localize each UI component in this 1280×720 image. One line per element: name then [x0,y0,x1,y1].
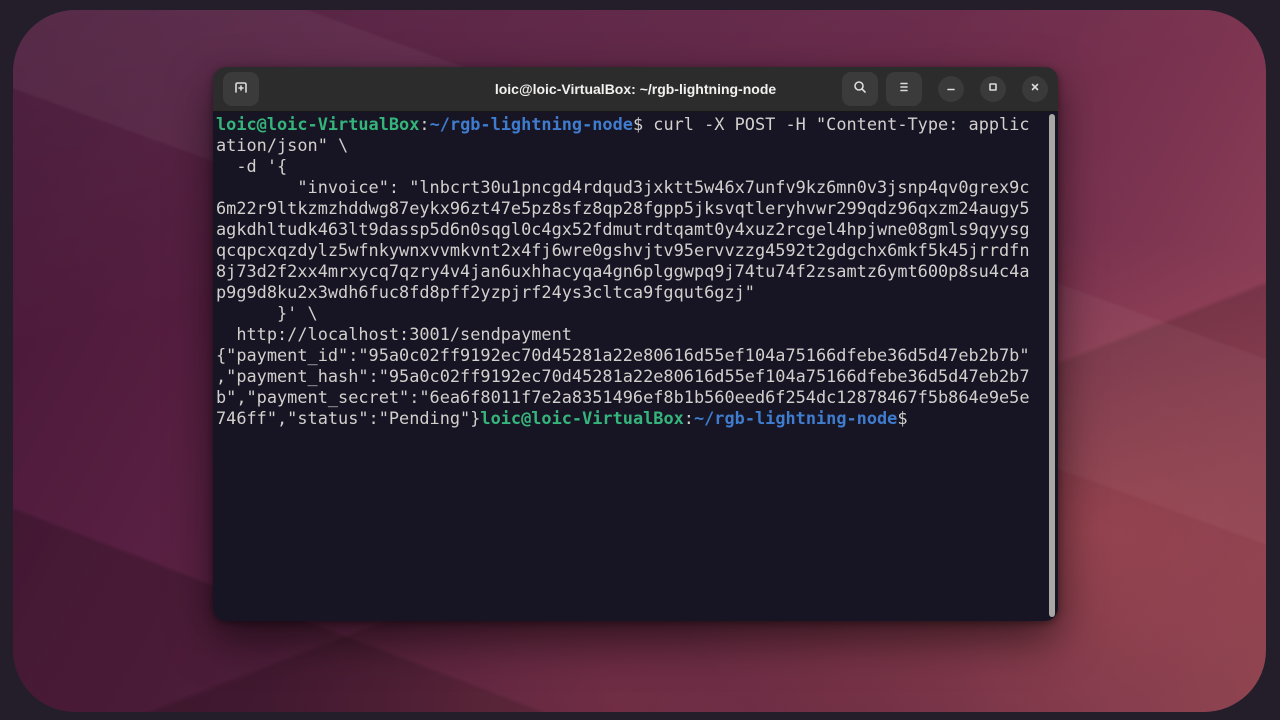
minimize-button[interactable] [938,76,964,102]
terminal-line: 746ff","status":"Pending"}loic@loic-Virt… [216,408,1054,429]
menu-button[interactable] [886,72,922,106]
terminal-text-segment: agkdhltudk463lt9dassp5d6n0sqgl0c4gx52fdm… [216,219,1030,239]
terminal-line: }' \ [216,303,1054,324]
terminal-text-segment: ~/rgb-lightning-node [430,114,633,134]
new-tab-button[interactable] [223,72,259,106]
terminal-line: ,"payment_hash":"95a0c02ff9192ec70d45281… [216,366,1054,387]
terminal-line: agkdhltudk463lt9dassp5d6n0sqgl0c4gx52fdm… [216,219,1054,240]
terminal-text-segment: ,"payment_hash":"95a0c02ff9192ec70d45281… [216,366,1030,386]
terminal-line: qcqpcxqzdylz5wfnkywnxvvmkvnt2x4fj6wre0gs… [216,240,1054,261]
minimize-icon [944,80,958,99]
close-icon [1028,80,1042,99]
terminal-line: loic@loic-VirtualBox:~/rgb-lightning-nod… [216,114,1054,135]
terminal-text-segment: http://localhost:3001/sendpayment [216,324,572,344]
terminal-line: ation/json" \ [216,135,1054,156]
terminal-screen[interactable]: loic@loic-VirtualBox:~/rgb-lightning-nod… [213,112,1058,621]
terminal-text-segment: loic@loic-VirtualBox [480,408,683,428]
terminal-line: {"payment_id":"95a0c02ff9192ec70d45281a2… [216,345,1054,366]
close-button[interactable] [1022,76,1048,102]
terminal-text-segment: 746ff","status":"Pending"} [216,408,480,428]
terminal-text-segment: qcqpcxqzdylz5wfnkywnxvvmkvnt2x4fj6wre0gs… [216,240,1030,260]
terminal-line: p9g9d8ku2x3wdh6fuc8fd8pff2yzpjrf24ys3clt… [216,282,1054,303]
terminal-text-segment: }' \ [216,303,318,323]
terminal-scrollbar[interactable] [1049,114,1055,617]
terminal-line: -d '{ [216,156,1054,177]
maximize-icon [986,80,1000,99]
new-tab-icon [233,79,249,100]
terminal-text-segment: ation/json" \ [216,135,348,155]
terminal-text-segment: : [419,114,429,134]
terminal-line: "invoice": "lnbcrt30u1pncgd4rdqud3jxktt5… [216,177,1054,198]
terminal-text-segment: 8j73d2f2xx4mrxycq7qzry4v4jan6uxhhacyqa4g… [216,261,1030,281]
search-button[interactable] [842,72,878,106]
maximize-button[interactable] [980,76,1006,102]
terminal-line: 8j73d2f2xx4mrxycq7qzry4v4jan6uxhhacyqa4g… [216,261,1054,282]
terminal-text-segment: p9g9d8ku2x3wdh6fuc8fd8pff2yzpjrf24ys3clt… [216,282,755,302]
terminal-line: b","payment_secret":"6ea6f8011f7e2a83514… [216,387,1054,408]
terminal-text-segment: $ curl -X POST -H "Content-Type: applic [633,114,1030,134]
terminal-text-segment: b","payment_secret":"6ea6f8011f7e2a83514… [216,387,1030,407]
terminal-text-segment: : [684,408,694,428]
terminal-text-segment: ~/rgb-lightning-node [694,408,897,428]
terminal-titlebar[interactable]: loic@loic-VirtualBox: ~/rgb-lightning-no… [213,67,1058,112]
search-icon [852,79,868,100]
terminal-window: loic@loic-VirtualBox: ~/rgb-lightning-no… [213,67,1058,621]
terminal-output: loic@loic-VirtualBox:~/rgb-lightning-nod… [216,114,1054,429]
terminal-text-segment: {"payment_id":"95a0c02ff9192ec70d45281a2… [216,345,1030,365]
terminal-text-segment: 6m22r9ltkzmzhddwg87eykx96zt47e5pz8sfz8qp… [216,198,1030,218]
hamburger-menu-icon [896,79,912,100]
terminal-text-segment: -d '{ [216,156,287,176]
terminal-text-segment: $ [897,408,907,428]
terminal-line: http://localhost:3001/sendpayment [216,324,1054,345]
terminal-text-segment: loic@loic-VirtualBox [216,114,419,134]
terminal-line: 6m22r9ltkzmzhddwg87eykx96zt47e5pz8sfz8qp… [216,198,1054,219]
terminal-text-segment: "invoice": "lnbcrt30u1pncgd4rdqud3jxktt5… [216,177,1030,197]
